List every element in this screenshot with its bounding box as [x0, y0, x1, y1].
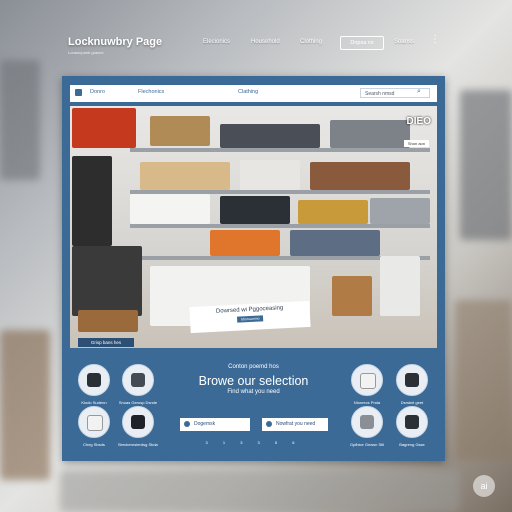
- site-header: Locknuwbry Page Lorasmpanb grasne Elecio…: [0, 26, 512, 66]
- smartphone-icon: [87, 373, 101, 387]
- tablet-icon: [131, 415, 145, 429]
- ai-watermark: ai: [473, 475, 495, 497]
- nav-search[interactable]: Soanss: [394, 39, 414, 45]
- inner-nav-bar: Donro Flechonics Clathing Searsh nmsd ⌕: [70, 85, 437, 102]
- category-label: Dsrsbel geet: [400, 400, 424, 405]
- hero-caption-button[interactable]: Sbonaunmo: [236, 315, 264, 323]
- header-search-box[interactable]: Dnpsa ns: [340, 36, 384, 50]
- play-icon: [266, 421, 272, 427]
- inner-nav-clothing[interactable]: Clathing: [238, 89, 258, 95]
- search-icon[interactable]: ⌕: [417, 88, 421, 96]
- pagination[interactable]: 3 1 3 3 5 6: [62, 440, 445, 445]
- promo-button-right[interactable]: Nowfrat you need: [262, 418, 328, 431]
- headphones-icon: [87, 415, 103, 431]
- menu-icon[interactable]: [75, 89, 82, 96]
- category-cameras[interactable]: Snoas Gerosp Dsnde: [110, 364, 166, 405]
- inner-nav-electronics[interactable]: Flechonics: [138, 89, 164, 95]
- calculator-icon: [405, 415, 419, 429]
- nav-electronics[interactable]: Elecionics: [203, 39, 230, 45]
- inner-nav-home[interactable]: Donro: [90, 89, 105, 95]
- nav-household[interactable]: Household: [251, 39, 280, 45]
- hero-tag[interactable]: Grisp bans hes: [78, 338, 134, 347]
- gear-icon: [184, 421, 190, 427]
- category-label: Snoas Gerosp Dsnde: [118, 400, 158, 405]
- category-gaming[interactable]: Dsrsbel geet: [384, 364, 440, 405]
- site-title[interactable]: Locknuwbry Page: [68, 36, 162, 48]
- console-icon: [360, 415, 374, 429]
- site-subtitle: Lorasmpanb grasne: [68, 50, 104, 55]
- promo-button-left[interactable]: Dogemsk: [180, 418, 250, 431]
- gamepad-icon: [405, 373, 419, 387]
- hero-banner[interactable]: DIEO Shon aon Dowrsed wi Pggoceasing Sbo…: [70, 106, 437, 348]
- more-menu-icon[interactable]: ⋮: [430, 35, 440, 45]
- hero-caption-text: Dowrsed wi Pggoceasing: [215, 305, 284, 315]
- camera-icon: [131, 373, 145, 387]
- hero-badge[interactable]: Shon aon: [403, 140, 429, 147]
- nav-clothing[interactable]: Clothing: [300, 39, 322, 45]
- hero-logo: DIEO: [406, 116, 431, 127]
- sneaker-icon: [360, 373, 376, 389]
- main-panel: Donro Flechonics Clathing Searsh nmsd ⌕ …: [62, 76, 445, 461]
